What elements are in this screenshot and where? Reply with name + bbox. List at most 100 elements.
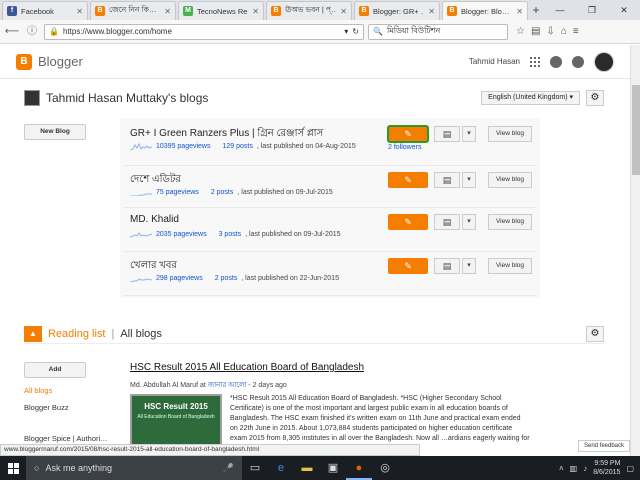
- apps-grid-icon[interactable]: [530, 56, 540, 67]
- reading-list-settings-icon[interactable]: ⚙: [586, 325, 604, 342]
- info-icon[interactable]: ⓘ: [24, 24, 40, 40]
- add-button[interactable]: Add: [24, 362, 86, 378]
- edit-post-pencil-icon[interactable]: ✎: [388, 258, 428, 274]
- post-source-link[interactable]: জানার আলো: [208, 382, 247, 389]
- blog-pageviews-link[interactable]: 298 pageviews: [156, 275, 203, 282]
- chevron-down-icon[interactable]: ▾: [462, 172, 476, 188]
- chevron-down-icon[interactable]: ▾: [462, 214, 476, 230]
- new-tab-button[interactable]: +: [528, 1, 544, 20]
- edit-post-pencil-icon[interactable]: ✎: [388, 214, 428, 230]
- reading-list-sidebar: Add All blogs Blogger Buzz Blogger Spice |…: [24, 362, 114, 443]
- download-icon[interactable]: ⇩: [546, 26, 554, 37]
- dropdown-icon[interactable]: ▾: [344, 27, 348, 36]
- posts-list-icon[interactable]: ▤: [434, 258, 460, 274]
- microphone-icon[interactable]: 🎤: [223, 463, 234, 474]
- chevron-down-icon[interactable]: ▾: [462, 258, 476, 274]
- posts-list-icon[interactable]: ▤: [434, 172, 460, 188]
- close-tab-icon[interactable]: ✕: [516, 7, 523, 16]
- task-view-icon[interactable]: ▭: [242, 456, 268, 480]
- blog-pageviews-link[interactable]: 75 pageviews: [156, 189, 199, 196]
- language-value: English (United Kingdom): [488, 94, 568, 101]
- browser-tab[interactable]: f Facebook ✕: [2, 1, 88, 20]
- action-center-icon[interactable]: ▢: [626, 464, 634, 473]
- search-input[interactable]: 🔍 মিডিয়া বিউটিশন: [368, 23, 508, 40]
- chevron-down-icon[interactable]: ▾: [462, 126, 476, 142]
- view-blog-button[interactable]: View blog: [488, 214, 532, 230]
- page-scrollbar[interactable]: [630, 45, 640, 458]
- language-select[interactable]: English (United Kingdom) ▾: [481, 91, 580, 105]
- blog-posts-link[interactable]: 2 posts: [211, 189, 234, 196]
- send-feedback-button[interactable]: Send feedback: [578, 440, 630, 452]
- clock[interactable]: 9:59 PM 8/6/2015: [593, 459, 620, 477]
- blog-name[interactable]: MD. Khalid: [130, 214, 179, 225]
- view-blog-button[interactable]: View blog: [488, 258, 532, 274]
- star-icon[interactable]: ☆: [516, 26, 525, 37]
- pageviews-sparkline: [130, 193, 152, 196]
- browser-tab[interactable]: M TecnoNews Re… ✕: [178, 1, 264, 20]
- collapse-arrow-icon[interactable]: ▲: [24, 325, 42, 342]
- close-tab-icon[interactable]: ✕: [76, 7, 83, 16]
- minimize-icon[interactable]: —: [544, 5, 576, 15]
- browser-tab[interactable]: B Blogger: GR+ … ✕: [354, 1, 440, 20]
- posts-list-icon[interactable]: ▤: [434, 214, 460, 230]
- reading-list-sidebar-item[interactable]: All blogs: [24, 386, 114, 395]
- edge-browser-icon[interactable]: e: [268, 456, 294, 480]
- close-tab-icon[interactable]: ✕: [340, 7, 347, 16]
- notifications-icon[interactable]: [550, 55, 562, 68]
- back-icon[interactable]: ⟵: [4, 24, 20, 40]
- browser-tab[interactable]: B জেনে নিন কি… ✕: [90, 1, 176, 20]
- close-window-icon[interactable]: ✕: [608, 5, 640, 16]
- blog-name[interactable]: GR+ I Green Ranzers Plus | গ্রিন রেঞ্জার…: [130, 126, 323, 143]
- blog-posts-link[interactable]: 129 posts: [223, 143, 253, 150]
- file-explorer-icon[interactable]: ▬: [294, 456, 320, 480]
- blog-followers-link[interactable]: 2 followers: [388, 144, 421, 151]
- network-icon[interactable]: ▥: [570, 464, 578, 473]
- blog-name[interactable]: খেলার খবর: [130, 258, 177, 275]
- blog-pageviews-link[interactable]: 2035 pageviews: [156, 231, 207, 238]
- cortana-search-box[interactable]: ○ Ask me anything 🎤: [26, 456, 242, 480]
- blog-name[interactable]: দেশে এডিটর: [130, 172, 181, 189]
- settings-gear-icon[interactable]: ⚙: [586, 90, 604, 106]
- close-tab-icon[interactable]: ✕: [252, 7, 259, 16]
- restore-icon[interactable]: ❐: [576, 5, 608, 16]
- clock-time: 9:59 PM: [594, 460, 621, 467]
- tab-title: জেনে নিন কি…: [109, 5, 157, 14]
- edit-post-pencil-icon[interactable]: ✎: [387, 125, 429, 143]
- menu-icon[interactable]: ≡: [573, 26, 579, 37]
- avatar[interactable]: [594, 51, 614, 72]
- firefox-icon[interactable]: ●: [346, 456, 372, 480]
- blogger-logo-icon[interactable]: B: [16, 53, 32, 70]
- post-title[interactable]: HSC Result 2015 All Education Board of B…: [130, 362, 530, 373]
- new-blog-button[interactable]: New Blog: [24, 124, 86, 140]
- blog-pageviews-link[interactable]: 10395 pageviews: [156, 143, 211, 150]
- pageviews-sparkline: [130, 232, 152, 238]
- reading-icon[interactable]: ▤: [531, 26, 540, 37]
- close-tab-icon[interactable]: ✕: [164, 7, 171, 16]
- store-icon[interactable]: ▣: [320, 456, 346, 480]
- app-icon[interactable]: ◎: [372, 456, 398, 480]
- share-icon[interactable]: [572, 55, 584, 68]
- tab-favicon-icon: B: [271, 6, 281, 16]
- volume-icon[interactable]: ♪: [583, 464, 587, 473]
- blog-posts-link[interactable]: 2 posts: [215, 275, 238, 282]
- reload-icon[interactable]: ↻: [352, 27, 359, 36]
- reading-list-sidebar-item[interactable]: Blogger Buzz: [24, 403, 114, 412]
- close-tab-icon[interactable]: ✕: [428, 7, 435, 16]
- home-icon[interactable]: ⌂: [561, 26, 567, 37]
- browser-tab[interactable]: B ঊঅভ ভবন | প্… ✕: [266, 1, 352, 20]
- user-name[interactable]: Tahmid Hasan: [469, 57, 520, 66]
- reading-list-sidebar-item[interactable]: Blogger Spice | Authori…: [24, 434, 114, 443]
- windows-start-icon[interactable]: [0, 456, 26, 480]
- posts-list-icon[interactable]: ▤: [434, 126, 460, 142]
- view-blog-button[interactable]: View blog: [488, 172, 532, 188]
- tray-up-icon[interactable]: ˄: [559, 464, 564, 473]
- view-blog-button[interactable]: View blog: [488, 126, 532, 142]
- scrollbar-thumb[interactable]: [632, 85, 640, 175]
- address-bar[interactable]: 🔒 https://www.blogger.com/home ▾ ↻: [44, 23, 364, 40]
- browser-tab[interactable]: B Blogger: Blo… ✕: [442, 1, 528, 20]
- blog-posts-link[interactable]: 3 posts: [219, 231, 242, 238]
- blog-stats: 75 pageviews 2 posts, last published on 0…: [130, 188, 333, 196]
- edit-post-pencil-icon[interactable]: ✎: [388, 172, 428, 188]
- clock-date: 8/6/2015: [593, 469, 621, 476]
- blog-stats: 2035 pageviews 3 posts, last published on…: [130, 230, 341, 238]
